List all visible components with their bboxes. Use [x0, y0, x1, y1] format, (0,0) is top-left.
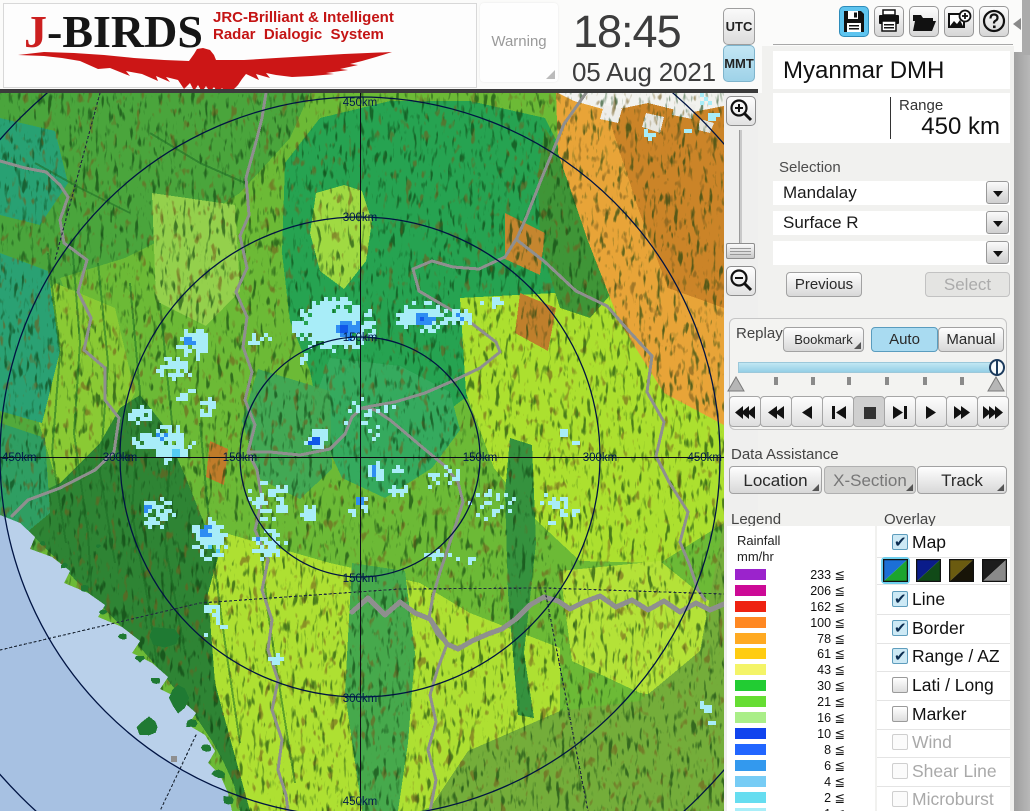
svg-text:300km: 300km	[103, 452, 138, 464]
svg-text:300km: 300km	[583, 452, 618, 464]
svg-text:300km: 300km	[343, 212, 378, 224]
svg-text:150km: 150km	[223, 452, 258, 464]
svg-text:450km: 450km	[2, 452, 37, 464]
svg-text:450km: 450km	[687, 452, 722, 464]
svg-text:150km: 150km	[343, 573, 378, 585]
svg-text:450km: 450km	[343, 97, 378, 109]
svg-text:150km: 150km	[343, 332, 378, 344]
svg-text:150km: 150km	[463, 452, 498, 464]
svg-text:300km: 300km	[343, 693, 378, 705]
svg-text:450km: 450km	[343, 796, 378, 808]
